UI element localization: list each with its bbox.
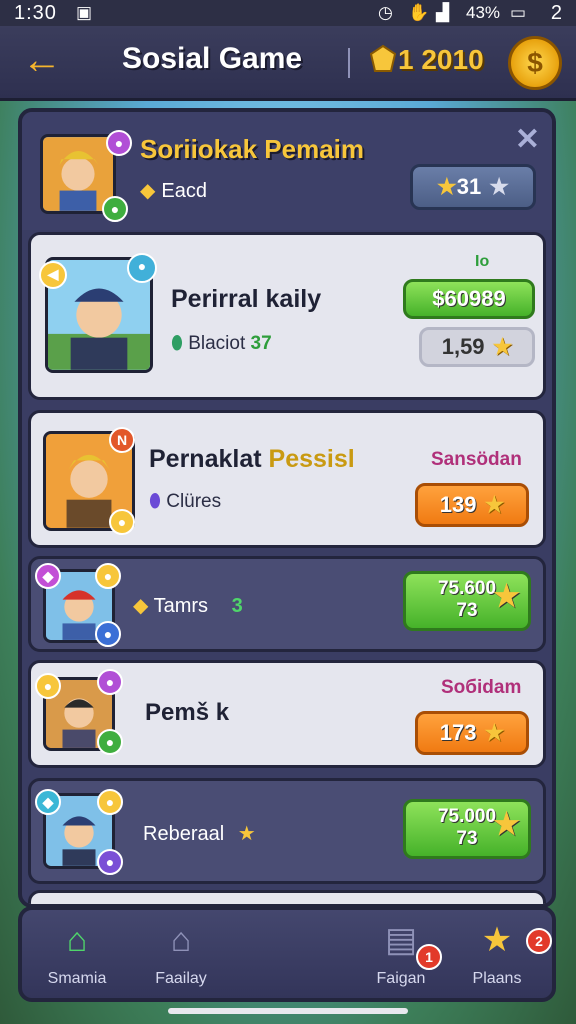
nav-label: Smamia [47, 970, 107, 987]
player-name: Pernaklat Pessisl [149, 445, 355, 474]
star-icon: ★ [493, 580, 520, 613]
status-time: 1:30 [14, 2, 57, 24]
player-meta: ◆ Tamrs 3 [133, 593, 243, 618]
close-icon[interactable]: ✕ [515, 122, 540, 157]
orb-badge-icon: ● [127, 253, 157, 283]
level-badge: ● [109, 509, 135, 535]
gem-badge-icon: ◆ [35, 563, 61, 589]
app-header: ← Sosial Game 1 2010 $ [0, 26, 576, 101]
coin-badge-icon: ● [95, 563, 121, 589]
star-icon: ★ [493, 808, 520, 841]
battery-percent: 43% [466, 3, 501, 22]
star-icon: ★ [492, 334, 513, 359]
player-meta-text: Clüres [166, 491, 222, 512]
gem-icon: ◆ [140, 180, 156, 202]
price-value: 139 [439, 492, 477, 517]
star-icon: ★ [437, 174, 457, 199]
summary-title: Soriiokak Pemaim [140, 134, 364, 164]
nav-item-smamia[interactable]: ⌂ Smamia [22, 918, 132, 998]
summary-subtitle: ◆ Eacd [140, 178, 207, 203]
player-meta-extra: 37 [250, 333, 272, 354]
gem-icon: ◆ [133, 595, 149, 617]
status-bar: 1:30 ▣ ◷ ✋ ▟ 43% ▭ 2 [0, 0, 576, 26]
home-indicator[interactable] [168, 1008, 408, 1014]
back-arrow-icon[interactable]: ← [20, 40, 64, 84]
house-icon: ⌂ [170, 921, 192, 959]
home-icon: ⌂ [66, 921, 88, 959]
nav-item-plaans[interactable]: ★ Plaans 2 [442, 918, 552, 998]
gear-icon[interactable]: $ [508, 36, 562, 90]
player-name-first: Pernaklat [149, 445, 262, 473]
level-badge: ● [97, 729, 123, 755]
notification-badge: 2 [526, 928, 552, 954]
player-meta-text: Blaciot [188, 333, 246, 354]
leaf-icon: ⬮ [171, 333, 183, 354]
secondary-value[interactable]: 1,59 ★ [419, 327, 535, 367]
price-button[interactable]: $60989 [403, 279, 535, 319]
nav-label: Plaans [472, 970, 522, 987]
star-icon: ★ [237, 823, 256, 845]
notification-badge: 1 [416, 944, 442, 970]
nav-item-faigan[interactable]: ▤ Faigan 1 [346, 918, 456, 998]
player-name: Tamrs [153, 595, 209, 617]
player-meta: ⬮ Clüres [149, 491, 221, 513]
shield-icon: ⬮ [149, 491, 161, 512]
player-name: Pemš k [145, 699, 230, 726]
row-tag: Io [475, 253, 490, 270]
player-summary: ● ● Soriiokak Pemaim ◆ Eacd ✕ ★31 ★ [22, 112, 552, 230]
nav-label: Faailay [155, 970, 207, 987]
coin-badge-icon: ● [35, 673, 61, 699]
list-item[interactable]: ◀ ● Perirral kaily ⬮ Blaciot 37 Io $6098… [28, 232, 546, 400]
level-badge: ● [95, 621, 121, 647]
player-name: Perirral kaily [171, 285, 322, 313]
price-button[interactable]: 75.600 73 ★ [403, 571, 531, 631]
player-name-highlight: Pessisl [268, 445, 355, 473]
list-item[interactable]: ● ● ● Pemš k Soбidam 173 ★ [28, 660, 546, 768]
rank-badge: ● [106, 130, 132, 156]
list-item[interactable]: ◆ ● ● Reberaal ★ 75.000 73 ★ [28, 778, 546, 884]
price-button[interactable]: 139 ★ [415, 483, 529, 527]
row-tag: Sansödan [431, 449, 522, 470]
player-meta: Reberaal ★ [143, 821, 256, 846]
row-tag: Soбidam [441, 677, 522, 698]
score-value: 31 [456, 174, 482, 199]
level-badge: ● [102, 196, 128, 222]
price-value: 173 [439, 720, 477, 745]
leaderboard-panel: ● ● Soriiokak Pemaim ◆ Eacd ✕ ★31 ★ ◀ ● Pe… [18, 108, 556, 908]
list-item[interactable]: N ● Pernaklat Pessisl ⬮ Clüres Sansödan … [28, 410, 546, 548]
price-button[interactable]: 75.000 73 ★ [403, 799, 531, 859]
star-outline-icon: ★ [489, 174, 509, 199]
secondary-value-text: 1,59 [441, 334, 485, 359]
score-button[interactable]: ★31 ★ [410, 164, 536, 210]
battery-icon: ▭ [510, 3, 527, 22]
gem-badge-icon: ◆ [35, 789, 61, 815]
bottom-navigation: ⌂ Smamia ⌂ Faailay ▤ Faigan 1 ★ Plaans 2 [18, 906, 556, 1002]
mute-icon: ✋ [408, 3, 430, 22]
alarm-icon: ◷ [378, 3, 393, 22]
rank-badge: N [109, 427, 135, 453]
player-meta-extra: 3 [231, 595, 243, 617]
page-title: Sosial Game [122, 42, 303, 75]
notification-icon: ▣ [76, 3, 93, 22]
price-button[interactable]: 173 ★ [415, 711, 529, 755]
status-count: 2 [550, 2, 562, 24]
coin-badge-icon: ● [97, 789, 123, 815]
signal-icon: ▟ [436, 3, 450, 22]
nav-label: Faigan [376, 970, 426, 987]
player-meta: ⬮ Blaciot 37 [171, 333, 272, 355]
gold-gem-icon [369, 44, 397, 72]
star-icon: ★ [484, 492, 505, 517]
nav-item-faailay[interactable]: ⌂ Faailay [126, 918, 236, 998]
rank-badge: ● [97, 669, 123, 695]
coin-balance: 1 2010 [398, 44, 484, 75]
player-portrait-icon [43, 137, 113, 211]
star-icon: ★ [484, 720, 505, 745]
arrow-badge-icon: ◀ [39, 261, 67, 289]
header-divider [348, 48, 350, 78]
level-badge: ● [97, 849, 123, 875]
summary-subtitle-text: Eacd [161, 180, 207, 202]
list-item[interactable]: ◆ ● ● ◆ Tamrs 3 75.600 73 ★ [28, 556, 546, 652]
player-name: Reberaal [143, 823, 225, 845]
